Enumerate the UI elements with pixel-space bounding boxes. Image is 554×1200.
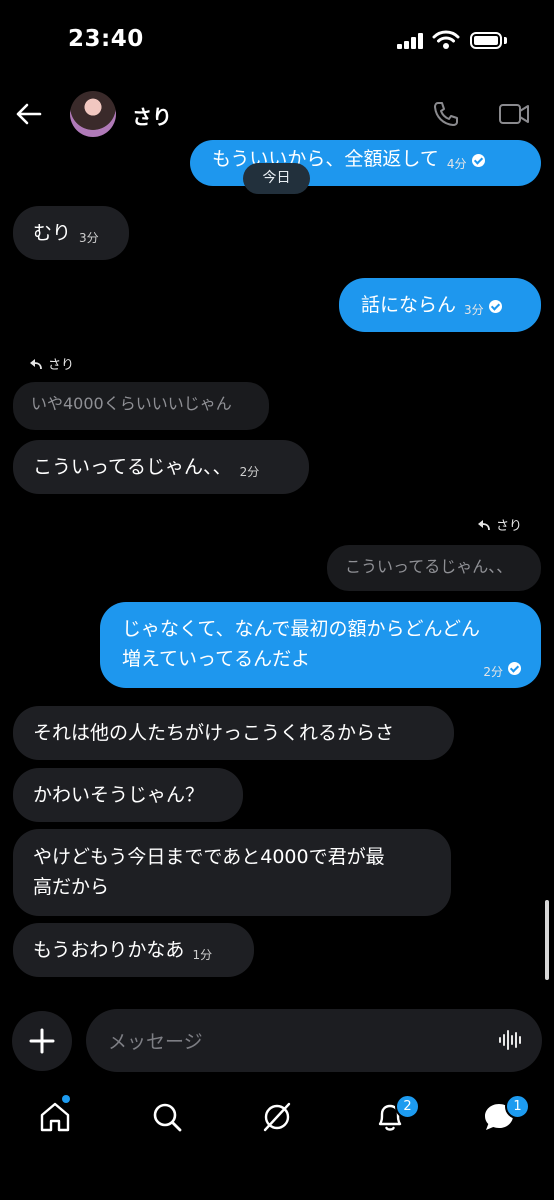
message-text: こういってるじゃん、、 — [33, 456, 232, 478]
message-time: 3分 — [464, 303, 484, 317]
message-time: 4分 — [446, 157, 467, 171]
scrollbar[interactable] — [545, 900, 549, 980]
battery-icon — [470, 32, 502, 49]
read-check-icon — [488, 300, 502, 313]
message-text: むり — [33, 222, 72, 244]
reply-arrow-icon — [30, 359, 42, 369]
incoming-message[interactable]: それは他の人たちがけっこうくれるからさ — [13, 706, 454, 760]
outgoing-message[interactable]: 話にならん 3分 — [339, 278, 541, 332]
wifi-icon — [432, 30, 460, 49]
notifications-badge: 2 — [395, 1094, 420, 1119]
reply-arrow-icon — [478, 520, 490, 530]
outgoing-message[interactable]: じゃなくて、なんで最初の額からどんどん 増えていってるんだよ 2分 — [100, 602, 541, 688]
incoming-message[interactable]: こういってるじゃん、、 2分 — [13, 440, 309, 494]
reply-to-name: さり — [48, 358, 75, 373]
quoted-message[interactable]: こういってるじゃん、、 — [327, 545, 541, 591]
incoming-message[interactable]: もうおわりかなあ 1分 — [13, 923, 254, 977]
message-time: 3分 — [79, 231, 99, 245]
message-text: やけどもう今日までであと4000で君が最 — [33, 846, 385, 868]
message-input[interactable]: メッセージ — [86, 1009, 542, 1072]
phone-call-icon[interactable] — [432, 100, 460, 128]
message-text-line2: 増えていってるんだよ — [122, 648, 311, 670]
incoming-message[interactable]: やけどもう今日までであと4000で君が最 高だから — [13, 829, 451, 916]
message-text: 話にならん — [361, 294, 457, 316]
message-text: もういいから、全額返して — [212, 148, 439, 170]
quoted-text: こういってるじゃん、、 — [345, 557, 513, 576]
message-text-line2: 高だから — [33, 876, 110, 898]
reply-to-name: さり — [496, 519, 523, 534]
contact-avatar[interactable] — [70, 91, 116, 137]
message-time: 2分 — [239, 465, 260, 479]
reply-indicator: さり — [478, 515, 522, 534]
quoted-message[interactable]: いや4000くらいいいじゃん — [13, 382, 269, 430]
voice-message-icon[interactable] — [498, 1027, 524, 1053]
home-icon[interactable] — [38, 1100, 72, 1134]
incoming-message[interactable]: かわいそうじゃん？ — [13, 768, 243, 822]
message-text: それは他の人たちがけっこうくれるからさ — [33, 722, 395, 744]
search-icon[interactable] — [150, 1100, 184, 1134]
messages-badge: 1 — [505, 1094, 530, 1119]
reply-indicator: さり — [30, 354, 74, 373]
plus-icon — [29, 1028, 55, 1054]
contact-name[interactable]: さり — [132, 101, 172, 130]
quoted-text: いや4000くらいいいじゃん — [31, 394, 232, 413]
message-text: じゃなくて、なんで最初の額からどんどん — [122, 618, 480, 640]
cellular-signal-icon — [397, 33, 425, 49]
status-time: 23:40 — [68, 26, 144, 52]
back-arrow-icon[interactable] — [14, 100, 42, 128]
message-time: 2分 — [483, 665, 503, 679]
add-attachment-button[interactable] — [12, 1011, 72, 1071]
battery-tip — [504, 37, 507, 44]
video-call-icon[interactable] — [498, 100, 530, 128]
message-time: 1分 — [192, 948, 213, 962]
message-text: もうおわりかなあ — [33, 939, 185, 961]
date-separator: 今日 — [243, 163, 310, 194]
read-check-icon — [508, 662, 521, 675]
message-text: かわいそうじゃん？ — [33, 784, 205, 806]
grok-icon[interactable] — [260, 1100, 294, 1134]
message-input-placeholder: メッセージ — [108, 1031, 203, 1053]
incoming-message[interactable]: むり 3分 — [13, 206, 129, 260]
home-notification-dot — [62, 1095, 70, 1103]
read-check-icon — [471, 154, 485, 167]
